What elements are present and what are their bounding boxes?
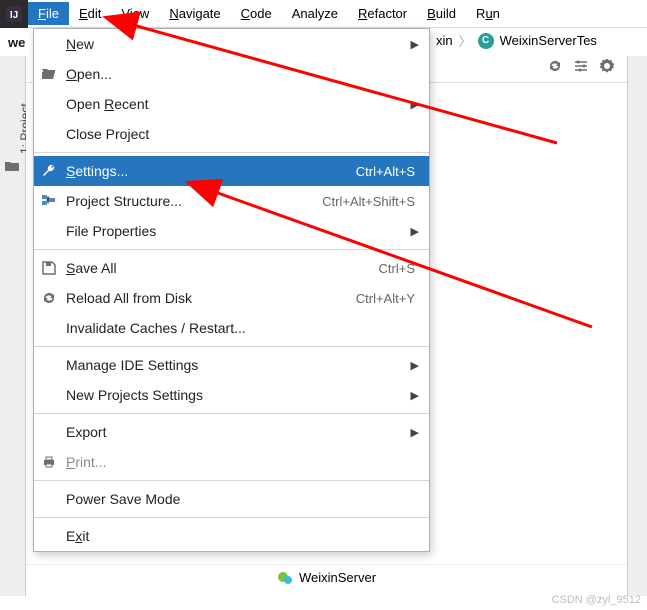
blank-icon [40,386,58,404]
menuitem-power-save-mode[interactable]: Power Save Mode [34,484,429,514]
menu-separator [34,480,429,481]
svg-text:IJ: IJ [10,10,18,21]
menu-separator [34,249,429,250]
submenu-arrow-icon: ▶ [411,426,419,439]
menuitem-label: Print... [66,454,419,470]
menuitem-exit[interactable]: Exit [34,521,429,551]
project-structure-icon [40,192,58,210]
app-icon: IJ [0,0,28,28]
print-icon [40,453,58,471]
menu-separator [34,346,429,347]
bottom-tab-bar[interactable]: WeixinServer [26,564,627,590]
folder-open-icon [40,65,58,83]
submenu-arrow-icon: ▶ [411,225,419,238]
menuitem-export[interactable]: Export ▶ [34,417,429,447]
menuitem-label: Invalidate Caches / Restart... [66,320,419,336]
menuitem-print: Print... [34,447,429,477]
blank-icon [40,95,58,113]
menuitem-new-projects-settings[interactable]: New Projects Settings ▶ [34,380,429,410]
watermark: CSDN @zyl_9512 [552,594,641,606]
menuitem-label: Settings... [66,163,348,179]
menuitem-label: Reload All from Disk [66,290,348,306]
menuitem-label: File Properties [66,223,403,239]
menuitem-label: Open... [66,66,419,82]
submenu-arrow-icon: ▶ [411,38,419,51]
submenu-arrow-icon: ▶ [411,389,419,402]
menuitem-label: Open Recent [66,96,403,112]
blank-icon [40,125,58,143]
shortcut-label: Ctrl+Alt+Y [356,291,415,306]
blank-icon [40,527,58,545]
blank-icon [40,490,58,508]
menuitem-manage-ide-settings[interactable]: Manage IDE Settings ▶ [34,350,429,380]
menu-build[interactable]: Build [417,2,466,25]
menu-view[interactable]: View [111,2,159,25]
menuitem-label: New [66,36,403,52]
menubar: IJ FileEditViewNavigateCodeAnalyzeRefact… [0,0,647,28]
menuitem-open-recent[interactable]: Open Recent ▶ [34,89,429,119]
blank-icon [40,319,58,337]
menuitem-settings[interactable]: Settings... Ctrl+Alt+S [34,156,429,186]
bottom-tab-label: WeixinServer [299,570,376,585]
menu-edit[interactable]: Edit [69,2,111,25]
reload-icon [40,289,58,307]
save-icon [40,259,58,277]
breadcrumb-tail[interactable]: xin 〉 C WeixinServerTes [436,31,597,50]
menu-refactor[interactable]: Refactor [348,2,417,25]
chevron-right-icon: 〉 [459,31,472,50]
submenu-arrow-icon: ▶ [411,359,419,372]
shortcut-label: Ctrl+Alt+S [356,164,415,179]
sliders-icon[interactable] [573,58,589,74]
project-icon [5,160,19,172]
class-icon: C [478,33,494,49]
blank-icon [40,423,58,441]
menuitem-open[interactable]: Open... [34,59,429,89]
cycle-icon[interactable] [547,58,563,74]
menuitem-label: Close Project [66,126,419,142]
menuitem-project-structure[interactable]: Project Structure... Ctrl+Alt+Shift+S [34,186,429,216]
menu-code[interactable]: Code [231,2,282,25]
menuitem-reload-all-from-disk[interactable]: Reload All from Disk Ctrl+Alt+Y [34,283,429,313]
shortcut-label: Ctrl+Alt+Shift+S [322,194,415,209]
shortcut-label: Ctrl+S [379,261,415,276]
menuitem-new[interactable]: New ▶ [34,29,429,59]
menuitem-label: Power Save Mode [66,491,419,507]
menuitem-save-all[interactable]: Save All Ctrl+S [34,253,429,283]
menuitem-label: New Projects Settings [66,387,403,403]
blank-icon [40,222,58,240]
menuitem-invalidate-caches-restart[interactable]: Invalidate Caches / Restart... [34,313,429,343]
blank-icon [40,35,58,53]
breadcrumb-left: we [8,35,25,50]
blank-icon [40,356,58,374]
weixin-icon [277,570,293,586]
file-menu-dropdown: New ▶ Open... Open Recent ▶ Close Project Sett… [33,28,430,552]
menu-separator [34,413,429,414]
menu-separator [34,152,429,153]
gear-icon[interactable] [599,58,615,74]
menuitem-file-properties[interactable]: File Properties ▶ [34,216,429,246]
right-tool-window-bar [627,56,647,596]
submenu-arrow-icon: ▶ [411,98,419,111]
menuitem-close-project[interactable]: Close Project [34,119,429,149]
menuitem-label: Manage IDE Settings [66,357,403,373]
menu-navigate[interactable]: Navigate [159,2,230,25]
left-tool-window-bar[interactable]: 1: Project [0,56,26,596]
menu-file[interactable]: File [28,2,69,25]
menuitem-label: Project Structure... [66,193,314,209]
menu-separator [34,517,429,518]
menuitem-label: Export [66,424,403,440]
menu-analyze[interactable]: Analyze [282,2,348,25]
wrench-icon [40,162,58,180]
menu-run[interactable]: Run [466,2,510,25]
menuitem-label: Save All [66,260,371,276]
menuitem-label: Exit [66,528,419,544]
